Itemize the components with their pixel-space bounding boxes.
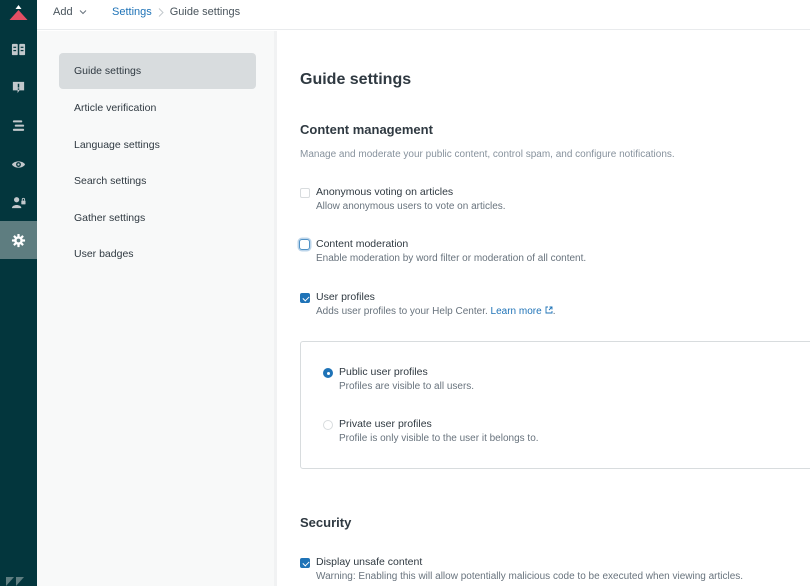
nav-user-permissions[interactable] <box>0 183 37 221</box>
private-profiles-radio[interactable] <box>323 420 333 430</box>
sidebar-item-language-settings[interactable]: Language settings <box>59 127 256 163</box>
content-moderation-label[interactable]: Content moderation <box>316 238 408 250</box>
user-profiles-hint: Adds user profiles to your Help Center. … <box>316 306 555 317</box>
page-title: Guide settings <box>300 71 412 88</box>
profile-visibility-panel: Public user profiles Profiles are visibl… <box>300 341 810 469</box>
user-lock-icon <box>11 196 26 208</box>
add-label: Add <box>53 6 73 18</box>
gear-icon <box>11 233 26 247</box>
nav-settings[interactable] <box>0 221 37 259</box>
guide-logo-icon <box>9 5 28 20</box>
guide-logo[interactable] <box>0 0 37 30</box>
add-menu-button[interactable]: Add <box>53 6 87 18</box>
breadcrumb-current: Guide settings <box>169 6 241 18</box>
zendesk-logo-icon <box>6 577 24 586</box>
sidebar-item-gather-settings[interactable]: Gather settings <box>59 200 256 236</box>
content-moderation-checkbox[interactable] <box>299 239 310 250</box>
content-management-description: Manage and moderate your public content,… <box>300 149 675 160</box>
breadcrumb-settings-link[interactable]: Settings <box>112 6 152 18</box>
user-profiles-label[interactable]: User profiles <box>316 291 375 303</box>
content-moderation-hint: Enable moderation by word filter or mode… <box>316 253 587 264</box>
user-profiles-hint-text: Adds user profiles to your Help Center. <box>316 306 488 317</box>
breadcrumb: Settings Guide settings <box>112 6 240 18</box>
private-profiles-label[interactable]: Private user profiles <box>339 418 432 430</box>
public-profiles-hint: Profiles are visible to all users. <box>339 381 475 392</box>
eye-icon <box>11 160 26 168</box>
learn-more-suffix: . <box>552 306 556 317</box>
display-unsafe-content-hint: Warning: Enabling this will allow potent… <box>316 571 744 582</box>
community-alert-icon <box>12 81 25 93</box>
nav-preview[interactable] <box>0 145 37 183</box>
public-profiles-radio[interactable] <box>323 368 333 378</box>
main-content: Guide settings Content management Manage… <box>280 31 810 586</box>
layout-lines-icon <box>12 119 25 131</box>
anonymous-voting-checkbox[interactable] <box>300 188 310 198</box>
display-unsafe-content-checkbox[interactable] <box>300 558 310 568</box>
nav-community[interactable] <box>0 68 37 106</box>
content-management-title: Content management <box>300 122 433 137</box>
chevron-down-icon <box>79 10 86 15</box>
sidebar-item-article-verification[interactable]: Article verification <box>59 90 256 126</box>
display-unsafe-content-label[interactable]: Display unsafe content <box>316 556 422 568</box>
nav-arrange-content[interactable] <box>0 106 37 144</box>
private-profiles-hint: Profile is only visible to the user it b… <box>339 433 539 444</box>
app: Add Settings Guide settings Guide settin… <box>0 0 810 586</box>
nav-knowledge-base[interactable] <box>0 30 37 68</box>
public-profiles-label[interactable]: Public user profiles <box>339 366 428 378</box>
sidebar-item-search-settings[interactable]: Search settings <box>59 163 256 199</box>
learn-more-link[interactable]: Learn more <box>491 306 542 317</box>
sidebar-item-user-badges[interactable]: User badges <box>59 236 256 272</box>
external-link-icon <box>545 306 553 314</box>
top-header: Add Settings Guide settings <box>37 0 810 30</box>
security-title: Security <box>300 515 352 530</box>
book-icon <box>11 43 26 55</box>
user-profiles-checkbox[interactable] <box>300 293 310 303</box>
anonymous-voting-label[interactable]: Anonymous voting on articles <box>316 186 453 198</box>
settings-sidebar: Guide settings Article verification Lang… <box>37 31 277 586</box>
chevron-right-icon <box>158 7 164 17</box>
anonymous-voting-hint: Allow anonymous users to vote on article… <box>316 201 506 212</box>
sidebar-item-guide-settings[interactable]: Guide settings <box>59 53 256 89</box>
product-nav-rail <box>0 0 37 586</box>
